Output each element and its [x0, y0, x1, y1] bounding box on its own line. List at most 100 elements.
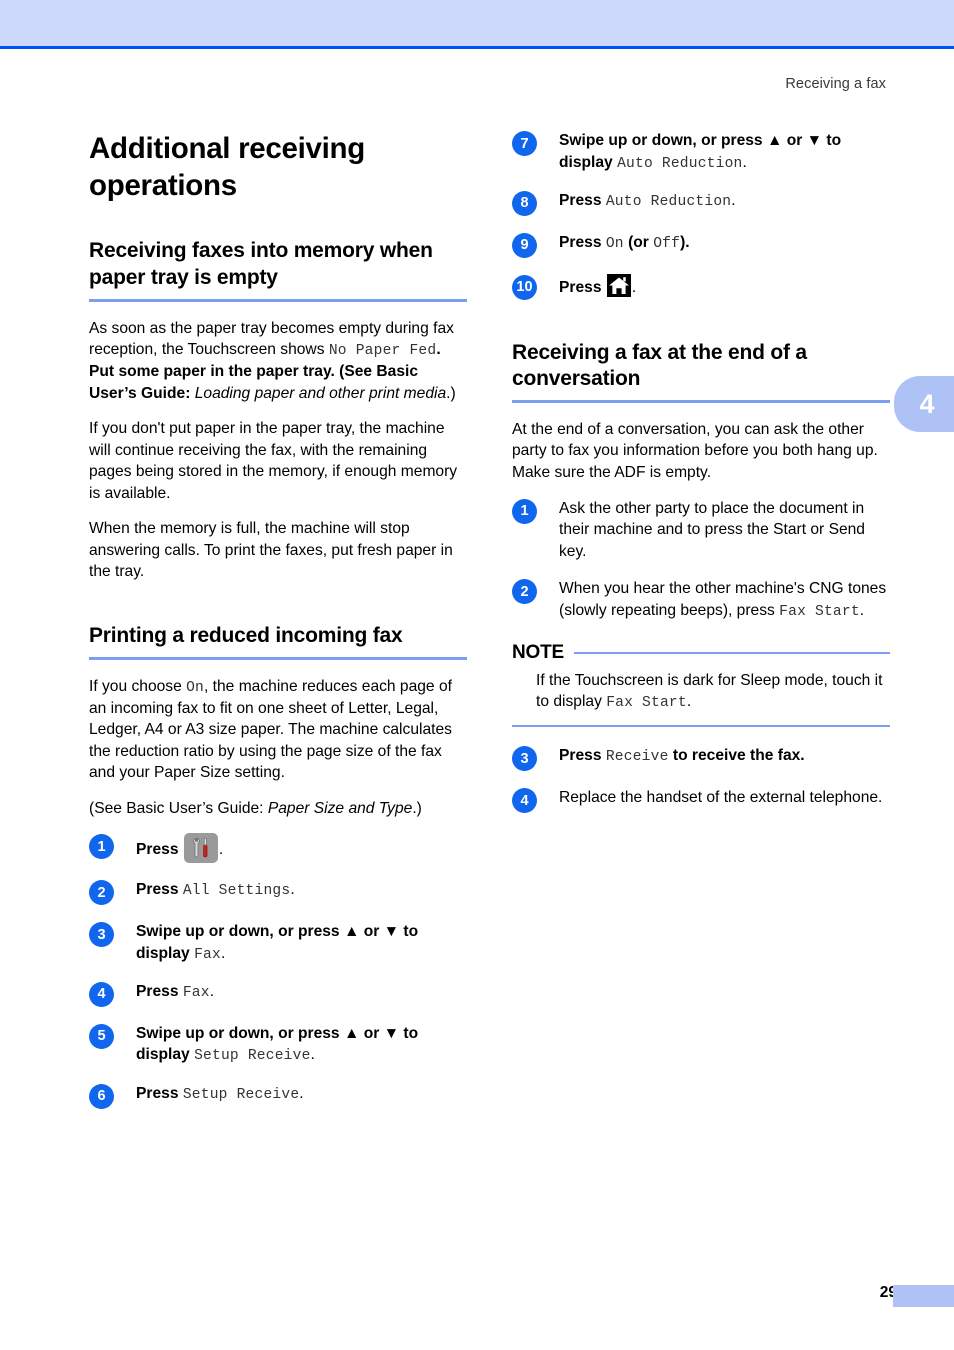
paragraph: When the memory is full, the machine wil…	[89, 520, 453, 581]
text-run: .	[731, 191, 736, 209]
text-run: Ask the other party to place the documen…	[559, 499, 865, 560]
text-run: Press	[136, 982, 183, 1000]
text-run: Press	[559, 747, 606, 765]
step-number: 6	[89, 1083, 114, 1109]
note-box: NOTE If the Touchscreen is dark for Slee…	[512, 642, 890, 728]
lcd-text: No Paper Fed	[328, 343, 437, 360]
text-run: .	[220, 944, 226, 962]
text-run: Press	[136, 881, 183, 899]
settings-icon[interactable]	[183, 833, 218, 864]
lcd-text: On	[605, 235, 624, 252]
list-item: 6 Press Setup Receive.	[89, 1083, 467, 1109]
step-list-conversation-b: 3 Press Receive to receive the fax. 4 Re…	[512, 745, 890, 814]
step-number: 9	[512, 232, 537, 258]
text-run: (or	[623, 233, 654, 251]
lcd-text: All Settings	[182, 883, 291, 900]
lcd-text: Auto Reduction	[617, 155, 743, 172]
list-item: 1 Press .	[89, 833, 467, 864]
text-run-italic: Loading paper and other print media	[194, 384, 447, 402]
text-run: Press	[559, 278, 606, 296]
text-run: Press	[136, 841, 183, 859]
text-run: .)	[446, 384, 456, 402]
step-number: 2	[89, 880, 114, 906]
lcd-text: Receive	[605, 749, 669, 766]
list-item: 4 Press Fax.	[89, 981, 467, 1007]
text-run: Replace the handset of the external tele…	[559, 789, 883, 807]
lcd-text: Setup Receive	[194, 1048, 311, 1065]
lcd-text: Auto Reduction	[605, 193, 732, 210]
step-number: 8	[512, 190, 537, 216]
text-run: Press	[136, 1084, 183, 1102]
list-item: 3 Press Receive to receive the fax.	[512, 745, 890, 772]
text-run: .	[209, 982, 215, 1000]
text-run: to receive the fax.	[668, 747, 805, 765]
list-item: 1 Ask the other party to place the docum…	[512, 498, 890, 563]
top-rule	[0, 46, 954, 49]
paragraph: As soon as the paper tray becomes empty …	[89, 318, 467, 405]
lcd-text: Setup Receive	[182, 1086, 300, 1103]
step-number: 2	[512, 579, 537, 605]
step-number: 4	[512, 788, 537, 814]
text-run: ).	[680, 233, 690, 251]
section-heading: Receiving faxes into memory when paper t…	[89, 239, 433, 289]
list-item: 8 Press Auto Reduction.	[512, 190, 890, 216]
list-item: 4 Replace the handset of the external te…	[512, 787, 890, 814]
text-run: .	[218, 841, 224, 859]
step-list-right-continued: 7 Swipe up or down, or press ▲ or ▼ to d…	[512, 130, 890, 300]
list-item: 9 Press On (or Off).	[512, 232, 890, 258]
section-rule	[89, 656, 467, 660]
note-body: If the Touchscreen is dark for Sleep mod…	[536, 670, 890, 714]
footer-decorative-block	[893, 1285, 954, 1307]
page-title: Additional receiving operations	[89, 132, 365, 203]
text-run: .	[742, 153, 747, 171]
paragraph: If you choose On, the machine reduces ea…	[89, 676, 467, 784]
top-decorative-band	[0, 0, 954, 46]
step-number: 1	[89, 834, 114, 860]
paragraph: (See Basic User’s Guide: Paper Size and …	[89, 798, 467, 820]
note-header-rule	[573, 651, 890, 654]
lcd-text: On	[186, 679, 205, 696]
section-rule	[512, 399, 890, 403]
section-rule	[89, 298, 467, 302]
step-number: 10	[512, 274, 537, 300]
note-label: NOTE	[512, 641, 564, 663]
text-run: If the Touchscreen is dark for Sleep mod…	[536, 671, 883, 711]
lcd-text: Fax	[194, 946, 221, 963]
lcd-text: Fax Start	[606, 695, 687, 712]
list-item: 5 Swipe up or down, or press ▲ or ▼ to d…	[89, 1023, 467, 1067]
paragraph: If you don't put paper in the paper tray…	[89, 420, 458, 502]
text-run: Press	[559, 191, 606, 209]
section-heading: Receiving a fax at the end of a conversa…	[512, 340, 807, 391]
step-number: 5	[89, 1023, 114, 1049]
home-icon[interactable]	[606, 273, 631, 297]
list-item: 3 Swipe up or down, or press ▲ or ▼ to d…	[89, 921, 467, 965]
running-head: Receiving a fax	[785, 76, 886, 92]
text-run-italic: Paper Size and Type	[267, 799, 413, 817]
chapter-tab-number: 4	[919, 388, 935, 419]
paragraph: At the end of a conversation, you can as…	[512, 420, 878, 481]
section-heading: Printing a reduced incoming fax	[89, 623, 403, 647]
lcd-text: Fax Start	[779, 603, 860, 620]
step-number: 3	[512, 746, 537, 772]
right-column: 7 Swipe up or down, or press ▲ or ▼ to d…	[512, 130, 890, 814]
section-printing-reduced-incoming-fax: Printing a reduced incoming fax If you c…	[89, 623, 467, 1109]
text-run: .	[299, 1084, 304, 1102]
text-run: .	[290, 881, 295, 899]
text-run: (See Basic User’s Guide:	[89, 799, 268, 817]
note-bottom-rule	[512, 725, 890, 728]
section-receiving-fax-end-of-conversation: Receiving a fax at the end of a conversa…	[512, 340, 890, 814]
step-list-left: 1 Press . 2 Press All Settings. 3 Swipe …	[89, 833, 467, 1109]
step-number: 7	[512, 131, 537, 156]
text-run: .	[310, 1046, 315, 1064]
list-item: 2 Press All Settings.	[89, 879, 467, 906]
text-run: Swipe up or down, or press ▲ or ▼ to dis…	[136, 923, 419, 962]
step-number: 3	[89, 922, 114, 948]
list-item: 7 Swipe up or down, or press ▲ or ▼ to d…	[512, 130, 890, 174]
list-item: 10 Press .	[512, 273, 890, 300]
section-receiving-faxes-into-memory: Receiving faxes into memory when paper t…	[89, 238, 467, 583]
list-item: 2 When you hear the other machine's CNG …	[512, 578, 890, 622]
text-run: Press	[559, 233, 606, 251]
step-list-conversation-a: 1 Ask the other party to place the docum…	[512, 498, 890, 622]
lcd-text: Off	[653, 235, 681, 252]
chapter-tab: 4	[894, 376, 954, 432]
